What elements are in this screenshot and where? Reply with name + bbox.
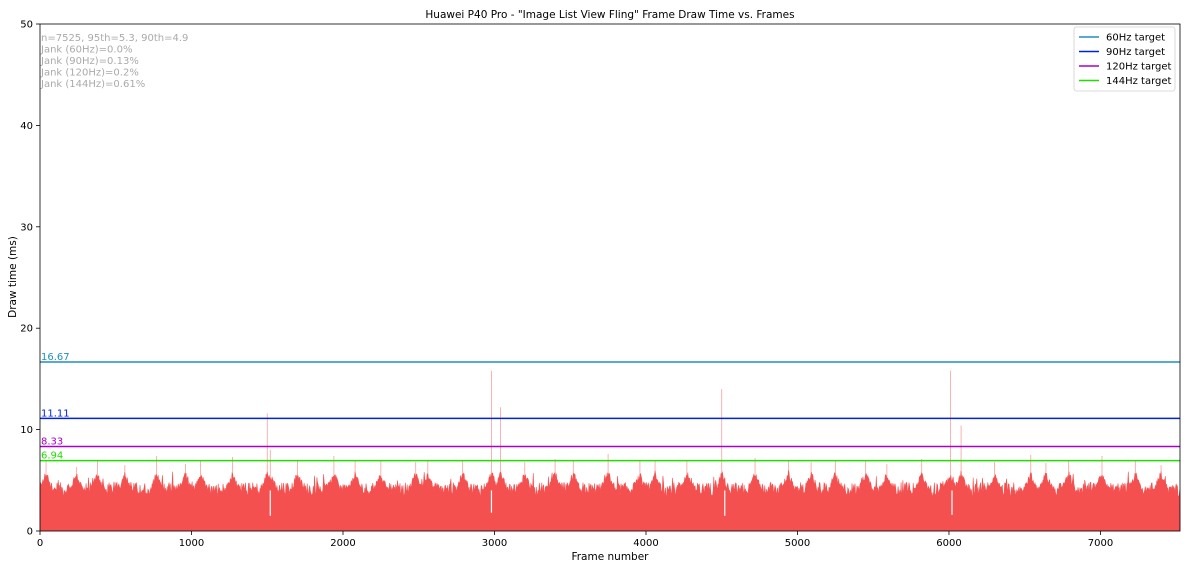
y-tick-label: 30 [20, 222, 33, 233]
reference-line-label: 6.94 [41, 451, 63, 462]
x-axis-label: Frame number [571, 551, 649, 563]
y-tick-label: 0 [27, 527, 33, 538]
y-tick-label: 50 [20, 20, 33, 31]
reference-line-label: 8.33 [41, 437, 63, 448]
y-tick-label: 10 [20, 425, 33, 436]
stats-annotation: Jank (60Hz)=0.0% [40, 45, 132, 56]
y-axis-label: Draw time (ms) [7, 236, 19, 318]
stats-annotation: Jank (90Hz)=0.13% [40, 56, 139, 67]
x-tick-label: 7000 [1088, 538, 1113, 549]
stats-annotation: n=7525, 95th=5.3, 90th=4.9 [41, 33, 188, 44]
frame-draw-time-chart: Huawei P40 Pro - "Image List View Fling"… [0, 0, 1200, 572]
chart-title: Huawei P40 Pro - "Image List View Fling"… [425, 9, 794, 21]
reference-line-label: 11.11 [41, 408, 70, 419]
legend-entry: 60Hz target [1106, 33, 1165, 44]
reference-line-label: 16.67 [41, 352, 70, 363]
stats-annotation: Jank (144Hz)=0.61% [40, 79, 145, 90]
stats-annotation: Jank (120Hz)=0.2% [40, 68, 139, 79]
x-tick-label: 1000 [179, 538, 204, 549]
legend-entry: 120Hz target [1106, 62, 1172, 73]
x-tick-label: 2000 [330, 538, 355, 549]
x-tick-label: 3000 [482, 538, 507, 549]
legend: 60Hz target 90Hz target 120Hz target 144Hz … [1073, 26, 1176, 92]
x-tick-label: 5000 [785, 538, 810, 549]
y-tick-label: 20 [20, 324, 33, 335]
legend-entry: 90Hz target [1106, 47, 1165, 58]
x-tick-label: 4000 [633, 538, 658, 549]
x-tick-label: 0 [37, 538, 43, 549]
legend-entry: 144Hz target [1106, 76, 1172, 87]
y-tick-label: 40 [20, 121, 33, 132]
x-tick-label: 6000 [936, 538, 961, 549]
